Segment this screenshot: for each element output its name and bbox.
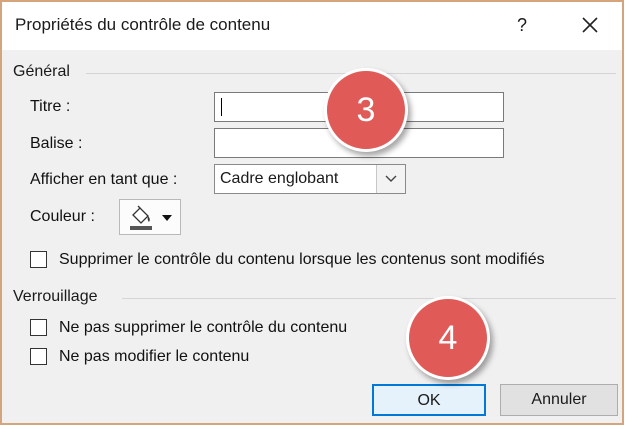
close-icon xyxy=(582,17,598,33)
chevron-down-icon xyxy=(385,175,397,182)
no-edit-label: Ne pas modifier le contenu xyxy=(59,348,250,365)
dialog-title: Propriétés du contrôle de contenu xyxy=(15,15,271,34)
color-picker-button[interactable] xyxy=(119,199,181,235)
close-button[interactable] xyxy=(575,10,605,40)
display-as-value: Cadre englobant xyxy=(220,170,339,187)
remove-control-checkbox[interactable] xyxy=(30,251,47,268)
title-label: Titre : xyxy=(30,98,71,115)
color-label: Couleur : xyxy=(30,208,95,225)
locking-group-label: Verrouillage xyxy=(13,288,98,305)
step-badge-4: 4 xyxy=(406,296,490,380)
no-delete-checkbox[interactable] xyxy=(30,319,47,336)
help-button[interactable]: ? xyxy=(510,12,534,38)
display-as-dropdown[interactable]: Cadre englobant xyxy=(214,164,406,194)
locking-divider xyxy=(122,298,616,299)
ok-button[interactable]: OK xyxy=(372,384,486,416)
caret-down-icon xyxy=(162,215,172,221)
dropdown-arrow-button[interactable] xyxy=(376,165,405,193)
step-badge-3: 3 xyxy=(324,68,408,152)
general-group-label: Général xyxy=(13,63,70,80)
remove-control-label: Supprimer le contrôle du contenu lorsque… xyxy=(59,251,545,268)
cancel-button[interactable]: Annuler xyxy=(500,384,618,416)
no-edit-checkbox[interactable] xyxy=(30,348,47,365)
title-bar: Propriétés du contrôle de contenu ? xyxy=(2,2,622,50)
content-control-properties-dialog: Propriétés du contrôle de contenu ? Géné… xyxy=(0,0,624,425)
tag-label: Balise : xyxy=(30,135,83,152)
display-as-label: Afficher en tant que : xyxy=(30,171,178,188)
text-caret xyxy=(221,98,222,116)
no-delete-label: Ne pas supprimer le contrôle du contenu xyxy=(59,319,348,336)
